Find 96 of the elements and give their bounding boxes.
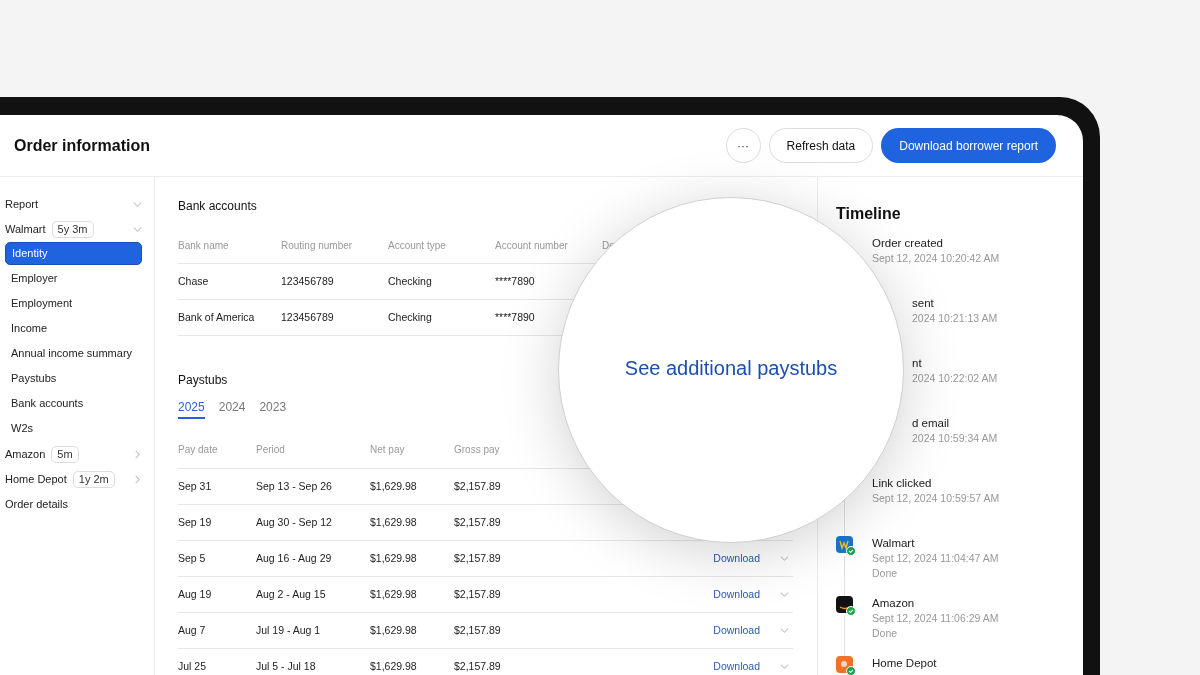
table-cell-text: 123456789 [281, 273, 335, 289]
table-cell-text: $2,157.89 [454, 550, 502, 566]
table-cell-text: $1,629.98 [370, 622, 418, 638]
table-cell-text: $2,157.89 [454, 586, 502, 602]
column-header: Account number [495, 239, 569, 253]
event-title: nt [912, 356, 923, 371]
table-cell-text: $1,629.98 [370, 514, 418, 530]
see-more-link[interactable]: See additional paystubs [624, 353, 838, 383]
event-title: d email [912, 416, 951, 431]
section-title: Paystubs [178, 372, 228, 389]
sidebar-item[interactable]: Report [5, 196, 39, 213]
table-cell-text: $1,629.98 [370, 658, 418, 674]
download-link[interactable]: Download [713, 622, 760, 639]
section-title: Bank accounts [178, 198, 258, 213]
event-time: Sept 12, 2024 10:20:42 AM [872, 251, 1000, 266]
table-cell-text: $2,157.89 [454, 478, 502, 494]
table-cell-text: Bank of America [178, 309, 256, 325]
download-report-button[interactable]: Download borrower report [881, 128, 1056, 163]
event-title: Amazon [872, 596, 916, 611]
event-time: 2024 10:59:34 AM [912, 431, 998, 446]
sidebar-item[interactable]: Home Depot [5, 471, 67, 488]
event-status: Done [872, 566, 899, 580]
download-link[interactable]: Download [713, 550, 760, 567]
table-cell-text: Checking [388, 273, 433, 289]
table-cell-text: Aug 16 - Aug 29 [256, 550, 333, 566]
column-header: Bank name [178, 239, 230, 253]
event-title: Order created [872, 236, 944, 251]
sidebar-item[interactable]: Income [5, 317, 142, 340]
chevron-right-icon [133, 475, 142, 484]
table-cell-text: Sep 19 [178, 514, 213, 530]
column-header: Period [256, 443, 286, 457]
event-time: Sept 12, 2024 10:59:57 AM [872, 491, 1000, 506]
table-cell-text: Aug 30 - Sep 12 [256, 514, 333, 530]
table-cell-text: $1,629.98 [370, 550, 418, 566]
sidebar-item[interactable]: W2s [5, 417, 142, 440]
chevron-down-icon [780, 662, 789, 671]
duration-badge: 1y 2m [72, 471, 115, 488]
sidebar-item[interactable]: Employer [5, 267, 142, 290]
event-status: Done [872, 626, 899, 640]
table-cell-text: $2,157.89 [454, 622, 502, 638]
table-cell-text: Aug 7 [178, 622, 207, 638]
table-cell-text: Chase [178, 273, 210, 289]
table-cell-text: Checking [388, 309, 433, 325]
column-header: Gross pay [454, 443, 501, 457]
download-link[interactable]: Download [713, 586, 760, 603]
company-logo-icon [836, 536, 856, 556]
sidebar-item[interactable]: Paystubs [5, 367, 142, 390]
table-cell-text: Sep 13 - Sep 26 [256, 478, 333, 494]
table-cell-text: $2,157.89 [454, 514, 502, 530]
column-header: Routing number [281, 239, 354, 253]
table-cell-text: Jul 5 - Jul 18 [256, 658, 317, 674]
duration-badge: 5m [51, 446, 79, 463]
table-cell-text: Aug 19 [178, 586, 213, 602]
event-time: 2024 10:21:13 AM [912, 311, 998, 326]
table-cell-text: ****7890 [495, 309, 536, 325]
table-cell-text: Sep 31 [178, 478, 213, 494]
table-cell-text: Jul 25 [178, 658, 208, 674]
table-cell-text: $1,629.98 [370, 478, 418, 494]
download-link[interactable]: Download [713, 658, 760, 675]
table-cell-text: ****7890 [495, 273, 536, 289]
duration-badge: 5y 3m [51, 221, 94, 238]
chevron-down-icon [780, 590, 789, 599]
chevron-down-icon [133, 225, 142, 234]
table-cell-text: 123456789 [281, 309, 335, 325]
table-cell-text: $2,157.89 [454, 658, 502, 674]
event-title: Walmart [872, 536, 916, 551]
column-header: Pay date [178, 443, 219, 457]
year-tab[interactable]: 2023 [259, 397, 287, 419]
sidebar-item[interactable]: Order details [5, 496, 68, 513]
table-cell-text: Jul 19 - Aug 1 [256, 622, 322, 638]
sidebar-item[interactable]: Identity [5, 242, 142, 265]
column-header: Account type [388, 239, 447, 253]
year-tab[interactable]: 2024 [218, 397, 246, 419]
chevron-down-icon [780, 554, 789, 563]
table-cell-text: Aug 2 - Aug 15 [256, 586, 327, 602]
column-header: Net pay [370, 443, 406, 457]
event-title: Home Depot [872, 656, 937, 671]
table-cell-text: Sep 5 [178, 550, 207, 566]
event-title: sent [912, 296, 935, 311]
event-time: Sept 12, 2024 11:06:29 AM [872, 611, 999, 626]
chevron-right-icon [133, 450, 142, 459]
sidebar-item[interactable]: Bank accounts [5, 392, 142, 415]
sidebar-item[interactable]: Employment [5, 292, 142, 315]
sidebar-item[interactable]: Walmart [5, 221, 46, 238]
year-tab[interactable]: 2025 [178, 397, 205, 419]
chevron-down-icon [133, 200, 142, 209]
page-title: Order information [14, 135, 150, 156]
sidebar-item[interactable]: Amazon [5, 446, 46, 463]
event-time: 2024 10:22:02 AM [912, 371, 998, 386]
table-cell-text: $1,629.98 [370, 586, 418, 602]
event-title: Link clicked [872, 476, 933, 491]
chevron-down-icon [780, 626, 789, 635]
company-logo-icon [836, 596, 856, 616]
event-time: Sept 12, 2024 11:04:47 AM [872, 551, 999, 566]
sidebar-item[interactable]: Annual income summary [5, 342, 142, 365]
timeline-title: Timeline [836, 204, 902, 224]
